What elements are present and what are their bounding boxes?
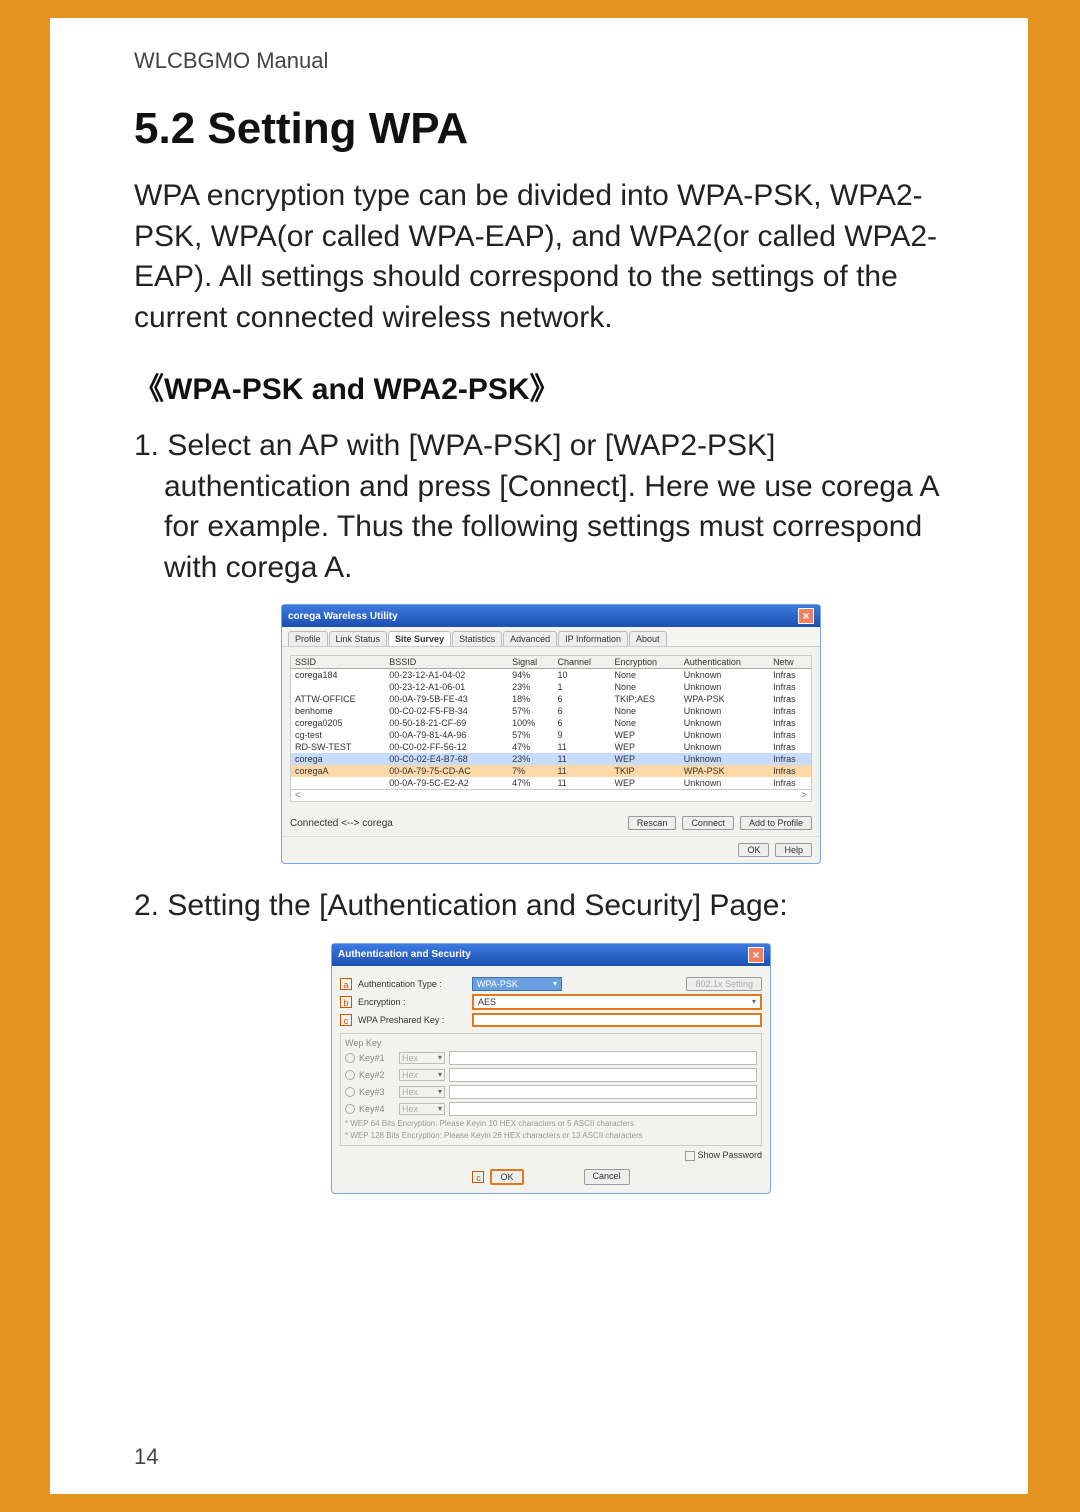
show-password-checkbox[interactable] — [685, 1151, 695, 1161]
wep-note-1: * WEP 64 Bits Encryption: Please Keyin 1… — [345, 1120, 757, 1129]
show-password-row: Show Password — [340, 1150, 762, 1161]
manual-page: WLCBGMO Manual 5.2 Setting WPA WPA encry… — [50, 18, 1028, 1494]
dialog-body: a Authentication Type : WPA-PSK▾ 802.1x … — [332, 966, 770, 1193]
wep-key-input[interactable] — [449, 1051, 757, 1065]
tab-statistics[interactable]: Statistics — [452, 631, 502, 646]
dialog-buttons: OK Help — [282, 836, 820, 863]
tab-link-status[interactable]: Link Status — [329, 631, 388, 646]
table-row[interactable]: corega020500-50-18-21-CF-69100%6NoneUnkn… — [291, 717, 811, 729]
table-row[interactable]: 00-0A-79-5C-E2-A247%11WEPUnknownInfras — [291, 777, 811, 789]
auth-type-label: Authentication Type : — [358, 979, 468, 989]
tab-advanced[interactable]: Advanced — [503, 631, 557, 646]
callout-c-ok: c — [472, 1171, 484, 1183]
subsection-heading: 《WPA-PSK and WPA2-PSK》 — [134, 364, 968, 408]
running-header: WLCBGMO Manual — [134, 48, 968, 74]
window-title: Authentication and Security — [338, 949, 471, 960]
wep-key-row: Key#2 Hex▾ — [345, 1068, 757, 1082]
wep-radio[interactable] — [345, 1070, 355, 1080]
table-row[interactable]: cg-test00-0A-79-81-4A-9657%9WEPUnknownIn… — [291, 729, 811, 741]
site-survey-dialog: corega Wareless Utility × ProfileLink St… — [281, 604, 821, 864]
ok-button[interactable]: OK — [490, 1169, 523, 1185]
tab-about[interactable]: About — [629, 631, 667, 646]
titlebar: corega Wareless Utility × — [282, 605, 820, 627]
network-list: SSIDBSSIDSignalChannelEncryptionAuthenti… — [290, 655, 812, 802]
wep-key-label: Key#4 — [359, 1104, 395, 1114]
wep-title: Wep Key — [345, 1038, 757, 1048]
table-row[interactable]: benhome00-C0-02-F5-FB-3457%6NoneUnknownI… — [291, 705, 811, 717]
wep-key-label: Key#2 — [359, 1070, 395, 1080]
wep-key-row: Key#4 Hex▾ — [345, 1102, 757, 1116]
rescan-button[interactable]: Rescan — [628, 816, 677, 830]
psk-label: WPA Preshared Key : — [358, 1015, 468, 1025]
wep-note-2: * WEP 128 Bits Encryption: Please Keyin … — [345, 1132, 757, 1141]
table-row[interactable]: corega00-C0-02-E4-B7-6823%11WEPUnknownIn… — [291, 753, 811, 765]
callout-b: b — [340, 996, 352, 1008]
wep-hex-select[interactable]: Hex▾ — [399, 1052, 445, 1064]
wep-key-input[interactable] — [449, 1102, 757, 1116]
wep-hex-select[interactable]: Hex▾ — [399, 1086, 445, 1098]
ok-button[interactable]: OK — [738, 843, 769, 857]
status-row: Connected <--> corega Rescan Connect Add… — [282, 810, 820, 836]
scrollbar-hint: <> — [291, 789, 811, 801]
table-row[interactable]: RD-SW-TEST00-C0-02-FF-56-1247%11WEPUnkno… — [291, 741, 811, 753]
step-1: 1. Select an AP with [WPA-PSK] or [WAP2-… — [164, 426, 968, 588]
8021x-button[interactable]: 802.1x Setting — [686, 977, 762, 991]
auth-type-select[interactable]: WPA-PSK▾ — [472, 977, 562, 991]
wep-hex-select[interactable]: Hex▾ — [399, 1103, 445, 1115]
cancel-button[interactable]: Cancel — [584, 1169, 630, 1185]
wep-radio[interactable] — [345, 1087, 355, 1097]
table-row[interactable]: ATTW-OFFICE00-0A-79-5B-FE-4318%6TKIP;AES… — [291, 693, 811, 705]
dialog-buttons: c OK Cancel — [340, 1169, 762, 1185]
wep-key-row: Key#3 Hex▾ — [345, 1085, 757, 1099]
connection-status: Connected <--> corega — [290, 818, 393, 829]
step-2: 2. Setting the [Authentication and Secur… — [164, 886, 968, 927]
close-icon[interactable]: × — [748, 947, 764, 963]
wep-key-label: Key#3 — [359, 1087, 395, 1097]
encryption-select[interactable]: AES▾ — [472, 994, 762, 1010]
add-to-profile-button[interactable]: Add to Profile — [740, 816, 812, 830]
psk-input[interactable] — [472, 1013, 762, 1027]
tab-site-survey[interactable]: Site Survey — [388, 631, 451, 646]
wep-radio[interactable] — [345, 1104, 355, 1114]
callout-c: c — [340, 1014, 352, 1026]
tab-strip: ProfileLink StatusSite SurveyStatisticsA… — [282, 627, 820, 647]
wep-key-input[interactable] — [449, 1068, 757, 1082]
wep-key-label: Key#1 — [359, 1053, 395, 1063]
wep-hex-select[interactable]: Hex▾ — [399, 1069, 445, 1081]
window-title: corega Wareless Utility — [288, 611, 398, 622]
titlebar: Authentication and Security × — [332, 944, 770, 966]
section-title: 5.2 Setting WPA — [134, 104, 968, 154]
table-row[interactable]: 00-23-12-A1-06-0123%1NoneUnknownInfras — [291, 681, 811, 693]
wep-key-group: Wep Key Key#1Hex▾Key#2Hex▾Key#3Hex▾Key#4… — [340, 1033, 762, 1147]
encryption-label: Encryption : — [358, 997, 468, 1007]
help-button[interactable]: Help — [775, 843, 812, 857]
tab-ip-information[interactable]: IP Information — [558, 631, 628, 646]
intro-paragraph: WPA encryption type can be divided into … — [134, 176, 968, 338]
page-number: 14 — [134, 1444, 158, 1470]
table-row[interactable]: corega18400-23-12-A1-04-0294%10NoneUnkno… — [291, 669, 811, 682]
network-table: SSIDBSSIDSignalChannelEncryptionAuthenti… — [291, 656, 811, 789]
close-icon[interactable]: × — [798, 608, 814, 624]
connect-button[interactable]: Connect — [682, 816, 734, 830]
callout-a: a — [340, 978, 352, 990]
auth-security-dialog: Authentication and Security × a Authenti… — [331, 943, 771, 1194]
wep-radio[interactable] — [345, 1053, 355, 1063]
wep-key-row: Key#1 Hex▾ — [345, 1051, 757, 1065]
wep-key-input[interactable] — [449, 1085, 757, 1099]
show-password-label: Show Password — [697, 1150, 762, 1160]
table-row[interactable]: coregaA00-0A-79-75-CD-AC7%11TKIPWPA-PSKI… — [291, 765, 811, 777]
tab-profile[interactable]: Profile — [288, 631, 328, 646]
